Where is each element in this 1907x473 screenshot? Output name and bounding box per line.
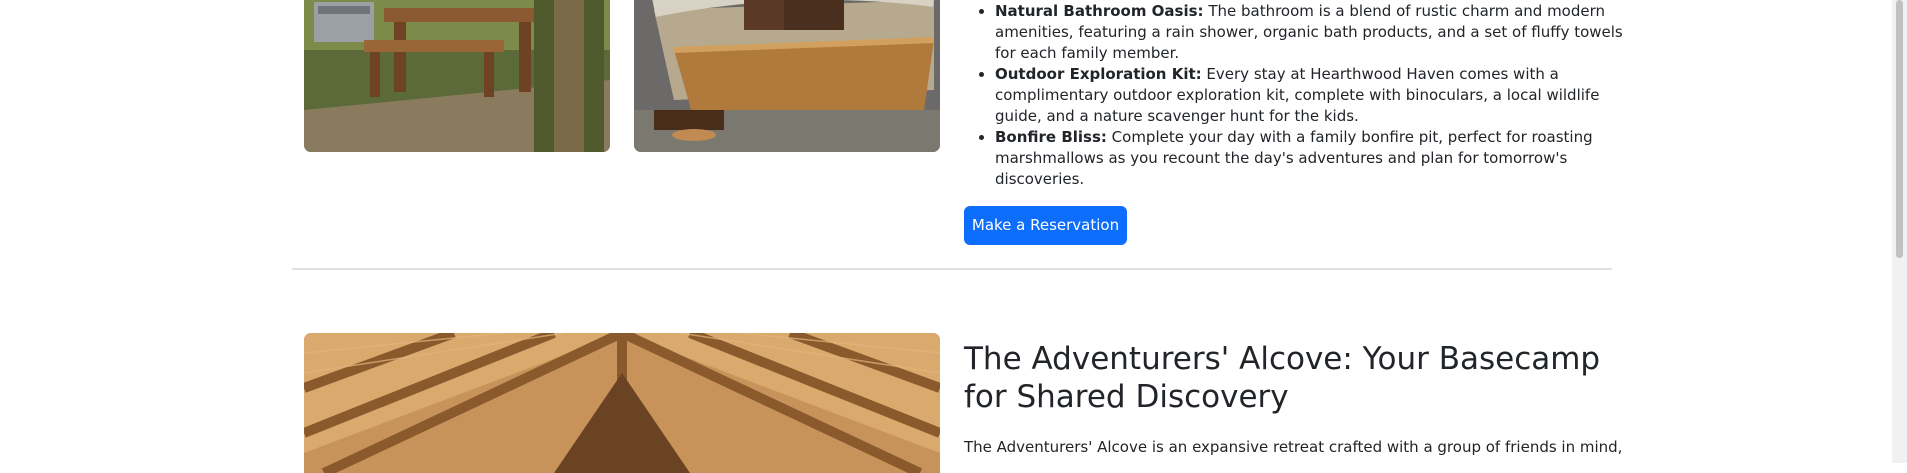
amenity-title: Bonfire Bliss:: [995, 128, 1107, 146]
picnic-table-image: [304, 0, 610, 152]
make-reservation-button[interactable]: Make a Reservation: [964, 206, 1127, 245]
amenity-item: Outdoor Exploration Kit: Every stay at H…: [995, 64, 1625, 127]
chocolate-basket-image: [634, 0, 940, 152]
amenity-item: Natural Bathroom Oasis: The bathroom is …: [995, 1, 1625, 64]
scrollbar[interactable]: [1892, 0, 1907, 463]
amenity-title: Natural Bathroom Oasis:: [995, 2, 1204, 20]
amenity-title: Outdoor Exploration Kit:: [995, 65, 1202, 83]
section-divider: [292, 268, 1612, 270]
section-intro: The Adventurers' Alcove is an expansive …: [964, 438, 1623, 456]
section-heading: The Adventurers' Alcove: Your Basecamp f…: [964, 341, 1601, 415]
scrollbar-thumb[interactable]: [1896, 0, 1903, 258]
amenities-list: Natural Bathroom Oasis: The bathroom is …: [965, 1, 1625, 190]
amenity-item: Bonfire Bliss: Complete your day with a …: [995, 127, 1625, 190]
wooden-roof-image: [304, 333, 940, 473]
